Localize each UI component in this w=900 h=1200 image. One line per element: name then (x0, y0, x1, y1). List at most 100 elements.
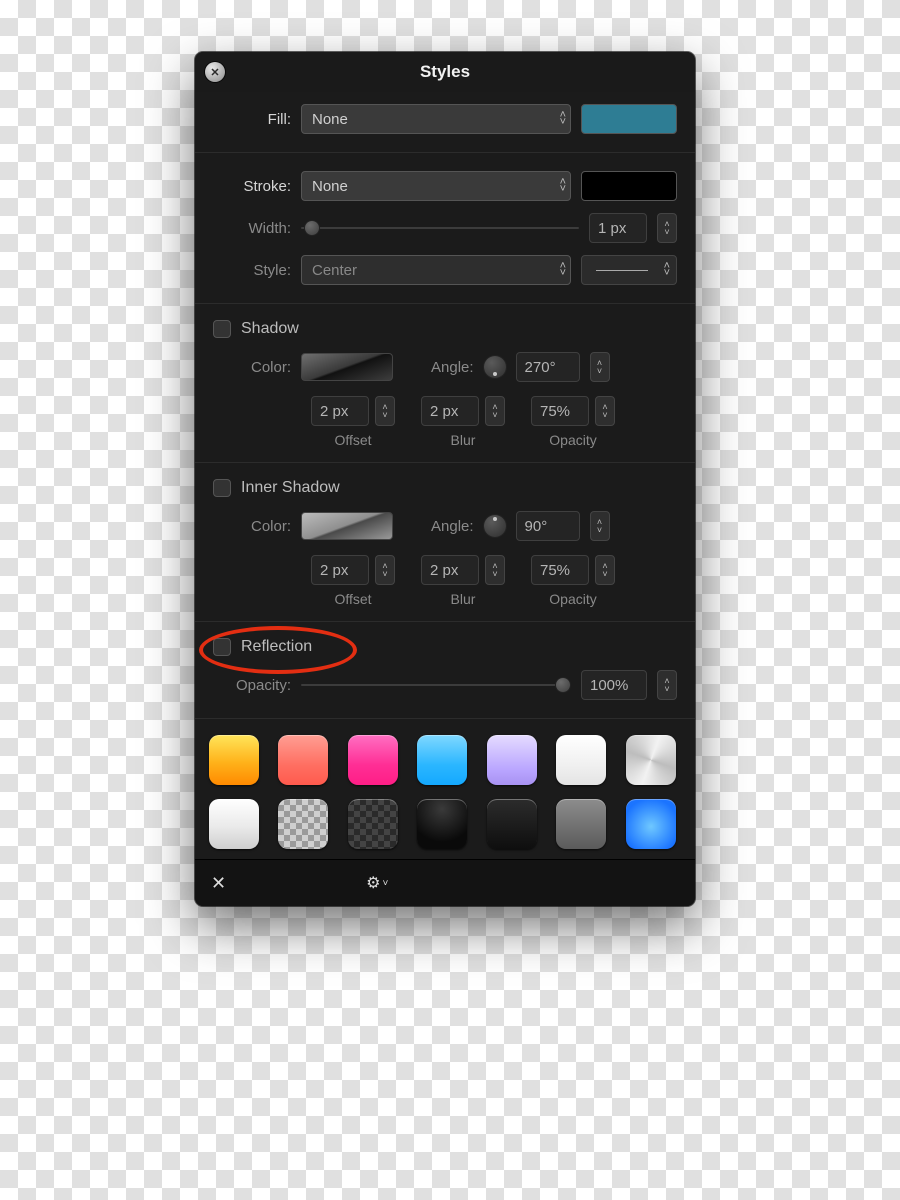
inner-shadow-blur-field[interactable]: 2 px (421, 555, 479, 585)
reflection-opacity-row: Opacity: 100% (213, 664, 677, 706)
stroke-width-value: 1 px (590, 220, 646, 237)
preset-white-beveled[interactable] (209, 799, 259, 849)
stroke-type-select[interactable]: None (301, 171, 571, 201)
divider (195, 462, 695, 463)
stroke-color-swatch[interactable] (581, 171, 677, 201)
titlebar: Styles (195, 52, 695, 92)
shadow-header: Shadow (213, 316, 677, 346)
shadow-blur-caption: Blur (451, 432, 476, 448)
preset-coral-gloss[interactable] (278, 735, 328, 785)
preset-brushed-metal[interactable] (626, 735, 676, 785)
inner-shadow-angle-value: 90° (517, 518, 579, 535)
stroke-type-value: None (312, 178, 348, 195)
inner-shadow-offset-field[interactable]: 2 px (311, 555, 369, 585)
inner-shadow-color-swatch[interactable] (301, 512, 393, 540)
inner-shadow-color-angle-row: Color: Angle: 90° (213, 505, 677, 547)
shadow-color-angle-row: Color: Angle: 270° (213, 346, 677, 388)
shadow-color-swatch[interactable] (301, 353, 393, 381)
inner-shadow-label: Inner Shadow (241, 479, 340, 497)
shadow-checkbox[interactable] (213, 320, 231, 338)
divider (195, 303, 695, 304)
preset-blue-glow[interactable] (626, 799, 676, 849)
chevron-updown-icon (560, 179, 564, 193)
preset-checker-dark[interactable] (348, 799, 398, 849)
inner-shadow-color-label: Color: (213, 518, 291, 535)
reflection-opacity-field[interactable]: 100% (581, 670, 647, 700)
reflection-opacity-stepper[interactable] (657, 670, 677, 700)
panel-content: Fill: None Stroke: None Width: 1 (195, 92, 695, 719)
shadow-opacity-field[interactable]: 75% (531, 396, 589, 426)
stroke-align-value: Center (312, 262, 357, 279)
shadow-offset-caption: Offset (334, 432, 371, 448)
reflection-label: Reflection (241, 638, 312, 656)
inner-shadow-opacity-stepper[interactable] (595, 555, 615, 585)
divider (195, 621, 695, 622)
preset-black-fade[interactable] (417, 799, 467, 849)
inner-shadow-angle-label: Angle: (431, 518, 474, 535)
stroke-width-row: Width: 1 px (213, 207, 677, 249)
shadow-blur-field[interactable]: 2 px (421, 396, 479, 426)
preset-black-flat[interactable] (487, 799, 537, 849)
preset-lilac-gloss[interactable] (487, 735, 537, 785)
chevron-down-icon: ˅ (382, 878, 388, 889)
inner-shadow-blur-stepper[interactable] (485, 555, 505, 585)
shadow-angle-dial[interactable] (484, 356, 506, 378)
inner-shadow-offset-caption: Offset (334, 591, 371, 607)
stroke-width-stepper[interactable] (657, 213, 677, 243)
inner-shadow-values-row: 2 px Offset 2 px Blur 75% Opacity (213, 547, 677, 609)
stroke-dash-select[interactable] (581, 255, 677, 285)
preset-grey-button[interactable] (556, 799, 606, 849)
preset-checker-opaque[interactable] (278, 799, 328, 849)
reflection-opacity-label: Opacity: (213, 677, 291, 694)
shadow-values-row: 2 px Offset 2 px Blur 75% Opacity (213, 388, 677, 450)
inner-shadow-header: Inner Shadow (213, 475, 677, 505)
preset-white-gloss[interactable] (556, 735, 606, 785)
inner-shadow-angle-dial[interactable] (484, 515, 506, 537)
preset-orange-gloss[interactable] (209, 735, 259, 785)
stroke-width-label: Width: (213, 220, 291, 237)
shadow-blur-stepper[interactable] (485, 396, 505, 426)
shadow-color-label: Color: (213, 359, 291, 376)
inner-shadow-checkbox[interactable] (213, 479, 231, 497)
preset-sky-gloss[interactable] (417, 735, 467, 785)
shadow-angle-value: 270° (517, 359, 579, 376)
inner-shadow-angle-stepper[interactable] (590, 511, 610, 541)
divider (195, 718, 695, 719)
shadow-angle-field[interactable]: 270° (516, 352, 580, 382)
shadow-offset-stepper[interactable] (375, 396, 395, 426)
inner-shadow-offset-stepper[interactable] (375, 555, 395, 585)
stroke-style-label: Style: (213, 262, 291, 279)
stroke-width-slider[interactable] (301, 218, 579, 238)
inner-shadow-angle-field[interactable]: 90° (516, 511, 580, 541)
reflection-opacity-slider[interactable] (301, 675, 571, 695)
fill-type-select[interactable]: None (301, 104, 571, 134)
divider (195, 152, 695, 153)
close-button[interactable] (205, 62, 225, 82)
panel-title: Styles (420, 62, 470, 82)
stroke-align-select[interactable]: Center (301, 255, 571, 285)
shadow-offset-field[interactable]: 2 px (311, 396, 369, 426)
clear-style-button[interactable]: ✕ (211, 873, 226, 894)
stroke-style-row: Style: Center (213, 249, 677, 291)
stroke-row: Stroke: None (213, 165, 677, 207)
shadow-angle-stepper[interactable] (590, 352, 610, 382)
fill-color-swatch[interactable] (581, 104, 677, 134)
stroke-width-field[interactable]: 1 px (589, 213, 647, 243)
stroke-label: Stroke: (213, 178, 291, 195)
shadow-opacity-caption: Opacity (549, 432, 596, 448)
inner-shadow-blur-caption: Blur (451, 591, 476, 607)
fill-type-value: None (312, 111, 348, 128)
inner-shadow-opacity-caption: Opacity (549, 591, 596, 607)
fill-row: Fill: None (213, 98, 677, 140)
preset-magenta-gloss[interactable] (348, 735, 398, 785)
panel-footer: ✕ ⚙ ˅ (195, 859, 695, 906)
chevron-updown-icon (560, 112, 564, 126)
shadow-opacity-stepper[interactable] (595, 396, 615, 426)
reflection-header: Reflection (213, 634, 677, 664)
reflection-checkbox[interactable] (213, 638, 231, 656)
presets-menu-button[interactable]: ⚙ ˅ (366, 873, 388, 893)
inner-shadow-opacity-field[interactable]: 75% (531, 555, 589, 585)
style-presets-grid (195, 719, 695, 859)
shadow-label: Shadow (241, 320, 299, 338)
reflection-opacity-value: 100% (582, 677, 646, 694)
